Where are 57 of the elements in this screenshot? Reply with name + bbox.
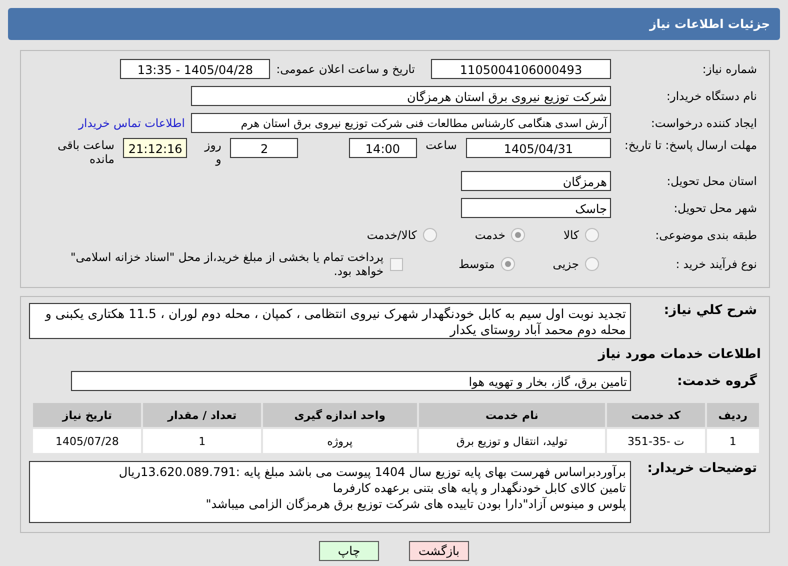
time-label: ساعت	[424, 138, 458, 152]
column-header: نام خدمت	[418, 402, 606, 428]
field-label: مهلت ارسال پاسخ: تا تاریخ:	[623, 138, 758, 152]
column-header: تاریخ نیاز	[32, 402, 142, 428]
table-cell: تولید، انتقال و توزیع برق	[418, 428, 606, 454]
table-cell: 1	[142, 428, 262, 454]
need-number-field: 1105004106000493	[431, 59, 611, 79]
checkbox-label: پرداخت تمام یا بخشی از مبلغ خرید،از محل "اسناد خزانه اسلامی" خواهد بود.	[69, 250, 384, 278]
remaining-label: ساعت باقی مانده	[56, 138, 116, 166]
table-cell: ت -35-351	[606, 428, 706, 454]
buyer-org-field: شرکت توزیع نیروی برق استان هرمزگان	[191, 86, 611, 106]
field-label: تاریخ و ساعت اعلان عمومی:	[276, 62, 415, 76]
field-label: نام دستگاه خریدار:	[665, 89, 758, 103]
checkbox[interactable]	[390, 258, 403, 270]
table-cell: 1405/07/28	[32, 428, 142, 454]
radio-label: خدمت	[474, 228, 506, 242]
radio-button[interactable]	[585, 228, 599, 242]
days-field: 2	[230, 138, 298, 158]
column-header: تعداد / مقدار	[142, 402, 262, 428]
radio-button[interactable]	[585, 257, 599, 271]
radio-button[interactable]	[511, 228, 526, 242]
page-title: جزئیات اطلاعات نیاز	[649, 17, 770, 31]
print-button[interactable]: چاپ	[319, 541, 379, 561]
field-label: استان محل تحویل:	[666, 174, 758, 188]
remaining-time-field: 21:12:16	[123, 138, 188, 158]
buyer-contact-link[interactable]: اطلاعات تماس خریدار	[78, 116, 185, 130]
field-label: گروه خدمت:	[676, 374, 758, 388]
field-label: توضیحات خریدار:	[646, 461, 758, 476]
field-label: طبقه بندی موضوعی:	[654, 228, 758, 242]
radio-label: متوسط	[458, 257, 495, 271]
service-group-field: تامین برق، گاز، بخار و تهویه هوا	[71, 371, 631, 391]
buyer-notes-text-area: برآوردبراساس فهرست بهای پایه توزیع سال 1404 پیوست می باشد مبلغ پایه :13.620.089.791ریال تامین کالای کابل خودنگهدار و پایه های بتنی برعهده کارفرما پلوس و مینوس آزاد"دارا بودن تاییده های شرکت توزیع برق هرمزگان الزامی میباشد"	[29, 461, 631, 523]
field-label: شماره نیاز:	[701, 62, 758, 76]
days-label: روز و	[203, 138, 222, 166]
table-cell: پروژه	[262, 428, 418, 454]
radio-button[interactable]	[500, 257, 515, 271]
radio-label: جزیی	[552, 257, 579, 271]
column-header: واحد اندازه گیری	[262, 402, 418, 428]
column-header: کد خدمت	[606, 402, 706, 428]
field-label: شهر محل تحویل:	[672, 201, 758, 215]
creator-field: آرش اسدی هنگامی کارشناس مطالعات فنی شرکت توزیع نیروی برق استان هرم	[191, 113, 611, 133]
radio-label: کالا/خدمت	[366, 228, 417, 242]
deadline-time-field: 14:00	[348, 138, 417, 158]
province-field: هرمزگان	[461, 171, 611, 191]
city-field: جاسک	[461, 198, 611, 218]
summary-text-area: تجدید نوبت اول سیم به کابل خودنگهدار شهرک نیروی انتظامی ، کمپان ، محله دوم لوران ، 11.5 هکتاری یکبنی و محله دوم محمد آباد روستای یکدار	[29, 303, 631, 339]
table-cell: 1	[706, 428, 760, 454]
deadline-date-field: 1405/04/31	[466, 138, 611, 158]
announce-date-field: 1405/04/28 - 13:35	[120, 59, 270, 79]
radio-label: کالا	[563, 228, 579, 242]
field-label: ایجاد کننده درخواست:	[650, 116, 758, 130]
field-label: شرح كلي نیاز:	[662, 303, 758, 318]
radio-button[interactable]	[422, 228, 437, 242]
back-button[interactable]: بازگشت	[409, 541, 469, 561]
section-heading: اطلاعات خدمات مورد نیاز	[598, 346, 761, 362]
field-label: نوع فرآیند خرید :	[674, 257, 758, 271]
column-header: ردیف	[706, 402, 760, 428]
